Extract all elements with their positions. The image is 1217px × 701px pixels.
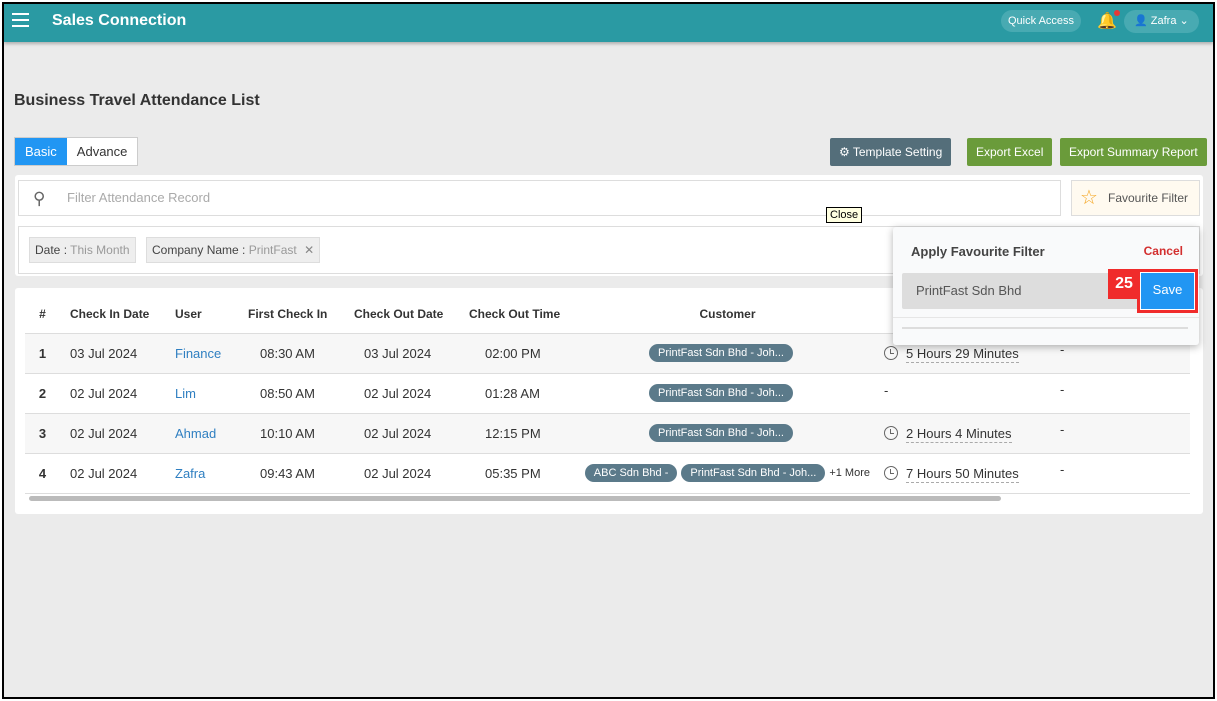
column-header: Check Out Time: [455, 296, 575, 334]
export-summary-report-button[interactable]: Export Summary Report: [1060, 138, 1207, 166]
duration[interactable]: 2 Hours 4 Minutes: [906, 425, 1012, 443]
duration[interactable]: 7 Hours 50 Minutes: [906, 465, 1019, 483]
check-in-date: 02 Jul 2024: [60, 373, 165, 414]
check-out-date: 02 Jul 2024: [340, 413, 455, 454]
column-header: Check In Date: [60, 296, 165, 334]
column-header: Check Out Date: [340, 296, 455, 334]
first-check-in: 08:50 AM: [238, 373, 340, 414]
check-out-date: 03 Jul 2024: [340, 333, 455, 374]
divider: [902, 327, 1188, 329]
favourite-filter-label: Favourite Filter: [1108, 191, 1189, 205]
extra-cell: -: [1050, 413, 1190, 454]
filter-mode-tabs: Basic Advance: [14, 137, 139, 166]
favourite-filter-button[interactable]: ☆ Favourite Filter: [1071, 180, 1200, 216]
row-number: 1: [25, 333, 60, 374]
template-setting-button[interactable]: ⚙ Template Setting: [830, 138, 952, 166]
duration-cell: 7 Hours 50 Minutes: [880, 453, 1050, 494]
extra-cell: -: [1050, 453, 1190, 494]
export-excel-button[interactable]: Export Excel: [967, 138, 1053, 166]
customer-tag[interactable]: PrintFast Sdn Bhd - Joh...: [649, 344, 793, 362]
table-row: 3 02 Jul 2024 Ahmad 10:10 AM 02 Jul 2024…: [25, 413, 1190, 454]
search-box: ⚲: [18, 180, 1061, 216]
column-header: #: [25, 296, 60, 334]
user-link[interactable]: Ahmad: [175, 426, 216, 441]
check-in-date: 02 Jul 2024: [60, 453, 165, 494]
clock-icon: [884, 465, 898, 480]
first-check-in: 10:10 AM: [238, 413, 340, 454]
clock-icon: [884, 425, 898, 440]
user-link[interactable]: Zafra: [175, 466, 205, 481]
chip-value: PrintFast: [248, 243, 297, 257]
check-out-time: 12:15 PM: [455, 413, 575, 454]
divider: [893, 317, 1199, 318]
customer-tag[interactable]: PrintFast Sdn Bhd - Joh...: [649, 424, 793, 442]
hamburger-menu-icon[interactable]: [12, 13, 29, 27]
user-link[interactable]: Lim: [175, 386, 196, 401]
user-icon: 👤: [1134, 15, 1151, 27]
more-customers-link[interactable]: +1 More: [829, 467, 870, 479]
chip-key: Company Name: [152, 243, 239, 257]
template-setting-label: Template Setting: [852, 145, 943, 159]
step-badge: 25: [1108, 269, 1140, 299]
close-icon[interactable]: ✕: [304, 243, 314, 257]
popup-title: Apply Favourite Filter: [911, 244, 1045, 259]
check-in-date: 02 Jul 2024: [60, 413, 165, 454]
customer-cell: PrintFast Sdn Bhd - Joh...: [575, 333, 880, 374]
table-row: 2 02 Jul 2024 Lim 08:50 AM 02 Jul 2024 0…: [25, 373, 1190, 414]
search-input[interactable]: [65, 189, 965, 206]
tab-advance[interactable]: Advance: [67, 138, 138, 165]
user-name: Zafra: [1150, 15, 1177, 27]
column-header: User: [165, 296, 238, 334]
chip-value: This Month: [70, 243, 130, 257]
check-out-date: 02 Jul 2024: [340, 453, 455, 494]
row-number: 4: [25, 453, 60, 494]
user-menu[interactable]: 👤 Zafra ⌄: [1124, 10, 1199, 33]
filter-chip-company[interactable]: Company Name : PrintFast ✕: [146, 237, 321, 263]
table-row: 4 02 Jul 2024 Zafra 09:43 AM 02 Jul 2024…: [25, 453, 1190, 494]
search-icon: ⚲: [33, 189, 46, 208]
column-header: Customer: [575, 296, 880, 334]
duration-cell: -: [880, 373, 1050, 414]
customer-cell: ABC Sdn Bhd - PrintFast Sdn Bhd - Joh... +…: [575, 453, 880, 494]
save-button[interactable]: Save: [1140, 272, 1195, 310]
gear-icon: ⚙: [839, 145, 853, 159]
customer-cell: PrintFast Sdn Bhd - Joh...: [575, 373, 880, 414]
first-check-in: 09:43 AM: [238, 453, 340, 494]
horizontal-scrollbar[interactable]: [29, 496, 1001, 501]
notification-bell-icon[interactable]: 🔔: [1097, 10, 1120, 31]
cancel-button[interactable]: Cancel: [1144, 244, 1183, 258]
duration[interactable]: 5 Hours 29 Minutes: [906, 345, 1019, 363]
duration-cell: 2 Hours 4 Minutes: [880, 413, 1050, 454]
check-out-date: 02 Jul 2024: [340, 373, 455, 414]
column-header: First Check In: [238, 296, 340, 334]
row-number: 3: [25, 413, 60, 454]
extra-cell: -: [1050, 373, 1190, 414]
customer-tag[interactable]: ABC Sdn Bhd -: [584, 464, 678, 482]
close-tooltip: Close: [826, 207, 863, 223]
app-title: Sales Connection: [52, 12, 187, 29]
check-out-time: 02:00 PM: [455, 333, 575, 374]
customer-tag[interactable]: PrintFast Sdn Bhd - Joh...: [681, 464, 826, 482]
app-window: Sales Connection Quick Access 🔔 👤 Zafra …: [2, 2, 1215, 699]
customer-cell: PrintFast Sdn Bhd - Joh...: [575, 413, 880, 454]
check-in-date: 03 Jul 2024: [60, 333, 165, 374]
chevron-down-icon: ⌄: [1176, 15, 1189, 27]
page-title: Business Travel Attendance List: [14, 92, 260, 109]
quick-access-button[interactable]: Quick Access: [1001, 10, 1082, 32]
chip-key: Date: [35, 243, 61, 257]
duration: -: [884, 382, 889, 398]
filter-chip-date[interactable]: Date : This Month: [29, 237, 136, 263]
clock-icon: [884, 345, 898, 360]
save-highlight: Save: [1137, 269, 1198, 313]
tab-basic[interactable]: Basic: [15, 138, 67, 165]
user-link[interactable]: Finance: [175, 346, 221, 361]
top-bar: Sales Connection Quick Access 🔔 👤 Zafra …: [4, 4, 1213, 42]
star-icon: ☆: [1080, 187, 1098, 209]
first-check-in: 08:30 AM: [238, 333, 340, 374]
customer-tag[interactable]: PrintFast Sdn Bhd - Joh...: [649, 384, 793, 402]
check-out-time: 01:28 AM: [455, 373, 575, 414]
check-out-time: 05:35 PM: [455, 453, 575, 494]
row-number: 2: [25, 373, 60, 414]
